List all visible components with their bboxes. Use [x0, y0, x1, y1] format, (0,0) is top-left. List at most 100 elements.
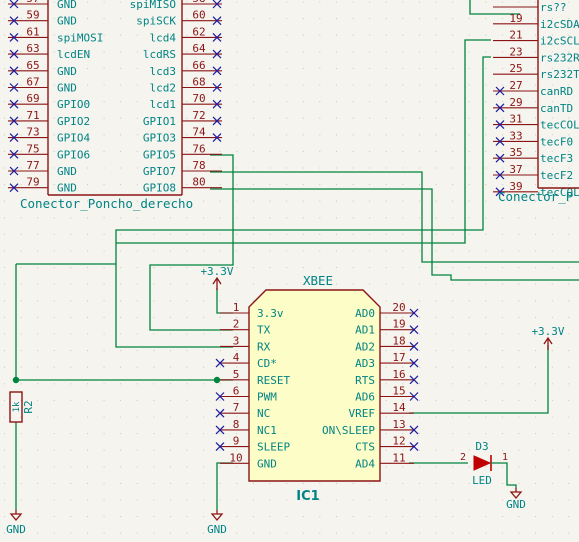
pin-name: AD6: [355, 391, 375, 404]
pin-name: GND: [57, 65, 77, 78]
pin-name: GND: [57, 165, 77, 178]
pin-name: GND: [57, 15, 77, 28]
pin-name: canRD: [540, 85, 573, 98]
pin-number: 29: [509, 96, 522, 109]
pin-name: GPIO1: [143, 115, 176, 128]
pin-name: RTS: [355, 374, 375, 387]
pin-name: tecF3: [540, 152, 573, 165]
pin-name: RX: [257, 340, 271, 353]
pin-number: 18: [392, 334, 405, 347]
pin-number: 73: [26, 126, 39, 139]
pin-number: 78: [192, 159, 205, 172]
pin-name: canTD: [540, 102, 573, 115]
pin-number: 72: [192, 109, 205, 122]
pin-number: 64: [192, 42, 206, 55]
pin-name: rs??: [540, 1, 567, 14]
pin-name: CD*: [257, 357, 277, 370]
pin-number: 21: [509, 29, 522, 42]
pin-name: rs232R: [540, 51, 579, 64]
pin-number: 65: [26, 59, 39, 72]
pin-number: 67: [26, 76, 39, 89]
pin-name: AD4: [355, 457, 375, 470]
pin-number: 35: [509, 146, 522, 159]
pin-number: 66: [192, 59, 205, 72]
pin-number: 16: [392, 368, 405, 381]
xbee-title: XBEE: [303, 273, 333, 288]
pin-name: NC: [257, 407, 270, 420]
pin-number: 8: [233, 418, 240, 431]
pin-number: 17: [392, 351, 405, 364]
led-ref: D3: [475, 440, 488, 453]
pin-number: 79: [26, 176, 39, 189]
pin-name: GPIO8: [143, 182, 176, 195]
pin-number: 70: [192, 92, 205, 105]
pin-name: GND: [57, 182, 77, 195]
pin-name: i2cSDA: [540, 18, 579, 31]
pin-name: GPIO6: [57, 148, 90, 161]
pin-number: 77: [26, 159, 39, 172]
pin-name: GPIO5: [143, 148, 176, 161]
pin-name: GPIO2: [57, 115, 90, 128]
gnd-label-xbee: GND: [207, 523, 227, 536]
resistor-value: 1k: [12, 401, 22, 412]
pin-number: 68: [192, 76, 205, 89]
pin-name: lcd3: [150, 65, 177, 78]
pin-name: PWM: [257, 391, 277, 404]
pin-name: rs232T: [540, 68, 579, 81]
pin-name: NC1: [257, 424, 277, 437]
pin-number: 37: [509, 163, 522, 176]
pin-name: tecF0: [540, 135, 573, 148]
pin-name: i2cSCL: [540, 35, 579, 48]
pin-number: 19: [392, 318, 405, 331]
pin-name: GND: [57, 0, 77, 11]
gnd-label-resistor: GND: [6, 523, 26, 536]
pin-number: 19: [509, 12, 522, 25]
pin-number: 3: [233, 334, 240, 347]
pin-name: AD0: [355, 307, 375, 320]
pin-number: 5: [233, 368, 240, 381]
pin-name: lcd4: [150, 31, 177, 44]
pin-name: lcdEN: [57, 48, 90, 61]
pin-number: 4: [233, 351, 240, 364]
led-value: LED: [472, 474, 492, 487]
xbee-ref: IC1: [296, 489, 319, 504]
pin-number: 25: [509, 62, 522, 75]
resistor-ref: R2: [22, 400, 35, 413]
vcc-left-label: +3.3V: [200, 265, 233, 278]
left-connector-name: Conector_Poncho_derecho: [20, 196, 193, 211]
pin-number: 60: [192, 9, 205, 22]
gnd-label-led: GND: [506, 498, 526, 511]
pin-number: 62: [192, 25, 205, 38]
pin-number: 10: [229, 451, 242, 464]
right-connector-name: Conector_P: [498, 189, 573, 204]
pin-name: SLEEP: [257, 441, 290, 454]
schematic-canvas: 57GNDspiMISO5859GNDspiSCK6061spiMOSIlcd4…: [0, 0, 579, 542]
pin-name: AD3: [355, 357, 375, 370]
pin-number: 27: [509, 79, 522, 92]
pin-number: 7: [233, 401, 240, 414]
pin-name: spiMOSI: [57, 31, 103, 44]
pin-name: lcd2: [150, 82, 177, 95]
pin-number: 23: [509, 45, 522, 58]
junction-dot: [12, 376, 20, 384]
pin-name: GND: [57, 82, 77, 95]
pin-number: 1: [233, 301, 240, 314]
pin-name: 3.3v: [257, 307, 284, 320]
pin-name: GPIO7: [143, 165, 176, 178]
pin-number: 11: [392, 451, 405, 464]
pin-number: 6: [233, 385, 240, 398]
pin-name: spiSCK: [136, 15, 176, 28]
pin-number: 75: [26, 142, 39, 155]
pin-name: CTS: [355, 441, 375, 454]
pin-name: spiMISO: [130, 0, 176, 11]
pin-number: 61: [26, 25, 39, 38]
pin-number: 71: [26, 109, 39, 122]
pin-name: AD1: [355, 324, 375, 337]
pin-number: 2: [233, 318, 240, 331]
pin-name: AD2: [355, 340, 375, 353]
pin-number: 69: [26, 92, 39, 105]
pin-number: 58: [192, 0, 205, 5]
led-pin-k: 1: [502, 452, 508, 463]
pin-name: VREF: [349, 407, 376, 420]
pin-number: 31: [509, 113, 522, 126]
